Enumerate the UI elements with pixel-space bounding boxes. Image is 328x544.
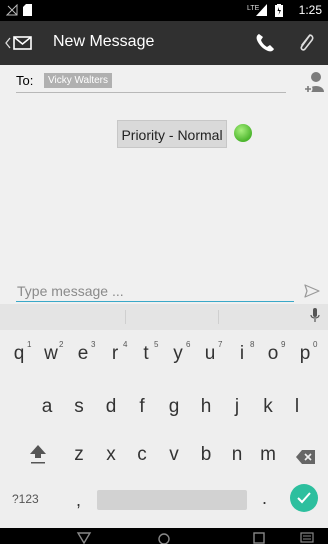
key-comma[interactable]: , [76,490,81,511]
key-period[interactable]: . [262,488,267,509]
key-x[interactable]: x [96,444,126,466]
key-f[interactable]: f [127,396,157,418]
add-contact-icon[interactable] [302,70,326,94]
checkmark-icon [297,492,311,504]
clock: 1:25 [298,3,322,17]
key-hint: 8 [250,340,255,349]
key-n[interactable]: n [222,444,252,466]
key-j[interactable]: j [222,396,252,418]
key-c[interactable]: c [127,444,157,466]
compose-row [0,278,328,304]
backspace-icon[interactable] [296,450,316,464]
key-d[interactable]: d [96,396,126,418]
suggestion-strip [0,304,328,330]
key-z[interactable]: z [64,444,94,466]
action-bar: New Message [0,21,328,65]
microphone-icon[interactable] [310,308,320,324]
cell-signal-icon [256,4,267,16]
send-icon[interactable] [304,284,320,298]
soft-keyboard: q w e r t y u i o p 1 2 3 4 5 6 7 8 9 0 … [0,304,328,528]
priority-indicator[interactable] [234,124,252,142]
key-hint: 4 [123,340,128,349]
key-hint: 9 [281,340,286,349]
message-input[interactable] [17,282,293,300]
key-hint: 0 [313,340,318,349]
enter-button[interactable] [290,484,318,512]
key-a[interactable]: a [32,396,62,418]
to-underline [16,92,286,93]
nav-back-icon[interactable] [76,532,92,544]
suggestion-divider [125,310,126,324]
keyboard-icon[interactable] [300,532,314,544]
page-title: New Message [53,33,155,50]
key-s[interactable]: s [64,396,94,418]
key-k[interactable]: k [253,396,283,418]
navigation-bar [0,528,328,544]
key-h[interactable]: h [191,396,221,418]
signal-off-icon [6,4,18,16]
key-hint: 6 [186,340,191,349]
recipient-row: To: Vicky Walters [0,65,328,99]
key-b[interactable]: b [191,444,221,466]
battery-icon [275,4,283,17]
spacebar[interactable] [97,490,247,510]
symbols-key[interactable]: ?123 [12,492,39,506]
message-input-underline [16,301,294,302]
envelope-icon [13,36,32,50]
key-hint: 7 [218,340,223,349]
to-label: To: [16,73,34,88]
back-button[interactable] [2,27,50,59]
nav-home-icon[interactable] [157,532,171,544]
shift-icon[interactable] [29,444,47,466]
key-hint: 2 [59,340,64,349]
chevron-left-icon [5,37,11,49]
status-bar: LTE 1:25 [0,0,328,21]
recipient-chip[interactable]: Vicky Walters [44,73,113,88]
key-l[interactable]: l [282,396,312,418]
sd-card-icon [23,4,32,16]
phone-icon[interactable] [255,33,275,53]
key-hint: 3 [91,340,96,349]
key-hint: 5 [154,340,159,349]
paperclip-icon[interactable] [297,31,315,55]
suggestion-divider [218,310,219,324]
key-hint: 1 [27,340,32,349]
priority-button[interactable]: Priority - Normal [117,120,227,148]
nav-recents-icon[interactable] [253,532,265,544]
key-m[interactable]: m [253,444,283,466]
key-g[interactable]: g [159,396,189,418]
key-v[interactable]: v [159,444,189,466]
